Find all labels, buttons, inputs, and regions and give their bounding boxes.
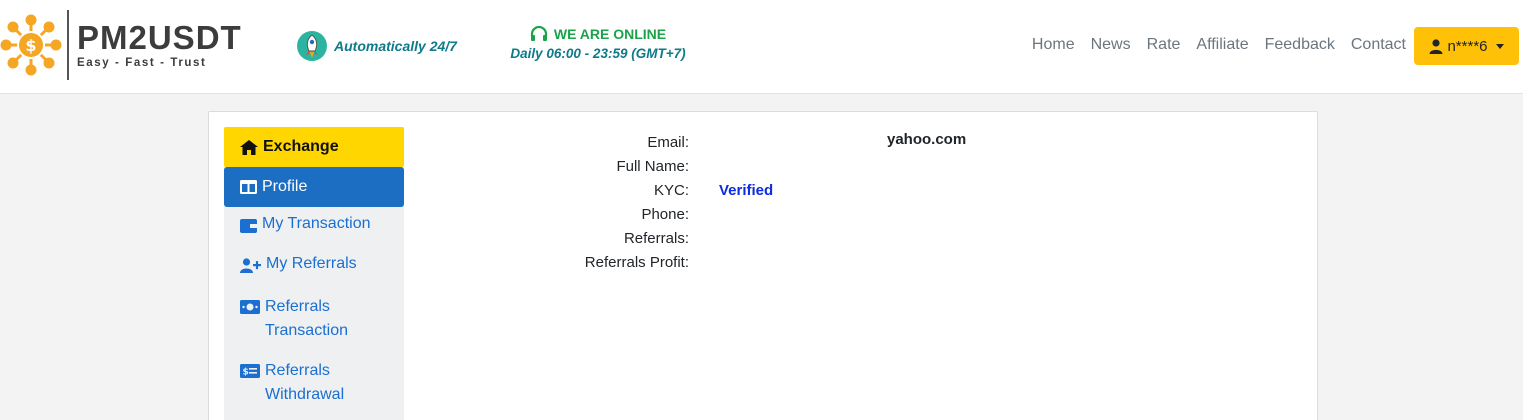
logo[interactable]: $ PM2USDT Easy - Fast - Trust: [0, 8, 242, 82]
headset-icon: [530, 26, 547, 41]
profile-row-referrals: Referrals:: [569, 226, 773, 250]
sidebar-item-my-transaction[interactable]: My Transaction: [224, 215, 404, 239]
referrals-profit-label: Referrals Profit:: [584, 253, 689, 271]
sidebar-item-profile[interactable]: Profile: [224, 167, 404, 207]
sidebar-item-label: My Transaction: [262, 215, 371, 232]
online-hours: Daily 06:00 - 23:59 (GMT+7): [510, 46, 686, 61]
fullname-label: Full Name:: [616, 157, 689, 175]
sidebar-item-label: Referrals Withdrawal: [265, 362, 345, 403]
logo-divider: [67, 10, 69, 80]
rocket-icon: [297, 31, 327, 61]
profile-row-kyc: KYC: Verified: [569, 178, 773, 202]
user-menu-button[interactable]: n****6: [1414, 27, 1519, 65]
chevron-down-icon: [1495, 43, 1504, 49]
sidebar-item-exchange[interactable]: Exchange: [224, 127, 404, 167]
kyc-status: Verified: [719, 181, 774, 199]
nav-affiliate[interactable]: Affiliate: [1196, 36, 1248, 54]
brand-name: PM2USDT: [77, 19, 242, 56]
svg-text:$: $: [243, 368, 249, 378]
email-value: yahoo.com: [887, 131, 967, 148]
user-icon: [1429, 38, 1443, 54]
money-check-icon: $: [240, 364, 260, 378]
user-plus-icon: [240, 258, 261, 273]
sidebar-item-label: Exchange: [263, 138, 339, 155]
gear-coin-icon: $: [0, 14, 62, 76]
nav-rate[interactable]: Rate: [1147, 36, 1181, 54]
sidebar-item-label: Profile: [262, 178, 308, 195]
account-card: Exchange Profile My Transaction My Refer…: [208, 111, 1318, 420]
nav-news[interactable]: News: [1091, 36, 1131, 54]
sidebar-item-referrals-transaction[interactable]: Referrals Transaction: [224, 295, 404, 343]
profile-row-phone: Phone:: [569, 202, 773, 226]
brand-tagline: Easy - Fast - Trust: [77, 57, 207, 69]
referrals-label: Referrals:: [623, 229, 689, 247]
online-heading: WE ARE ONLINE: [505, 26, 691, 42]
auto-label: Automatically 24/7: [334, 38, 457, 54]
sidebar-item-label: My Referrals: [266, 255, 357, 272]
wallet-icon: [240, 219, 257, 233]
online-status: WE ARE ONLINE Daily 06:00 - 23:59 (GMT+7…: [505, 26, 691, 61]
online-label: WE ARE ONLINE: [553, 26, 667, 42]
svg-text:$: $: [25, 36, 36, 55]
auto-badge: Automatically 24/7: [296, 30, 457, 62]
nav-feedback[interactable]: Feedback: [1265, 36, 1335, 54]
user-name: n****6: [1447, 37, 1488, 55]
sidebar-item-referrals-withdrawal[interactable]: $ Referrals Withdrawal: [224, 359, 404, 407]
kyc-label: KYC:: [653, 181, 689, 199]
main-nav: Home News Rate Affiliate Feedback Contac…: [1016, 36, 1406, 54]
sidebar-item-my-referrals[interactable]: My Referrals: [224, 255, 404, 279]
profile-row-email: Email:: [569, 130, 773, 154]
logo-text: PM2USDT Easy - Fast - Trust: [77, 19, 242, 70]
nav-home[interactable]: Home: [1032, 36, 1075, 54]
site-header: $ PM2USDT Easy - Fast - Trust Automatica…: [0, 0, 1523, 94]
sidebar-item-label: Referrals Transaction: [265, 298, 348, 339]
account-sidebar: Exchange Profile My Transaction My Refer…: [224, 127, 404, 420]
home-icon: [240, 139, 258, 155]
money-bill-icon: [240, 300, 260, 314]
profile-info: Email: Full Name: KYC: Verified Phone: R…: [569, 130, 773, 274]
phone-label: Phone:: [641, 205, 689, 223]
columns-icon: [240, 180, 257, 194]
nav-contact[interactable]: Contact: [1351, 36, 1406, 54]
profile-row-referrals-profit: Referrals Profit:: [569, 250, 773, 274]
email-label: Email:: [647, 133, 689, 151]
profile-row-fullname: Full Name:: [569, 154, 773, 178]
